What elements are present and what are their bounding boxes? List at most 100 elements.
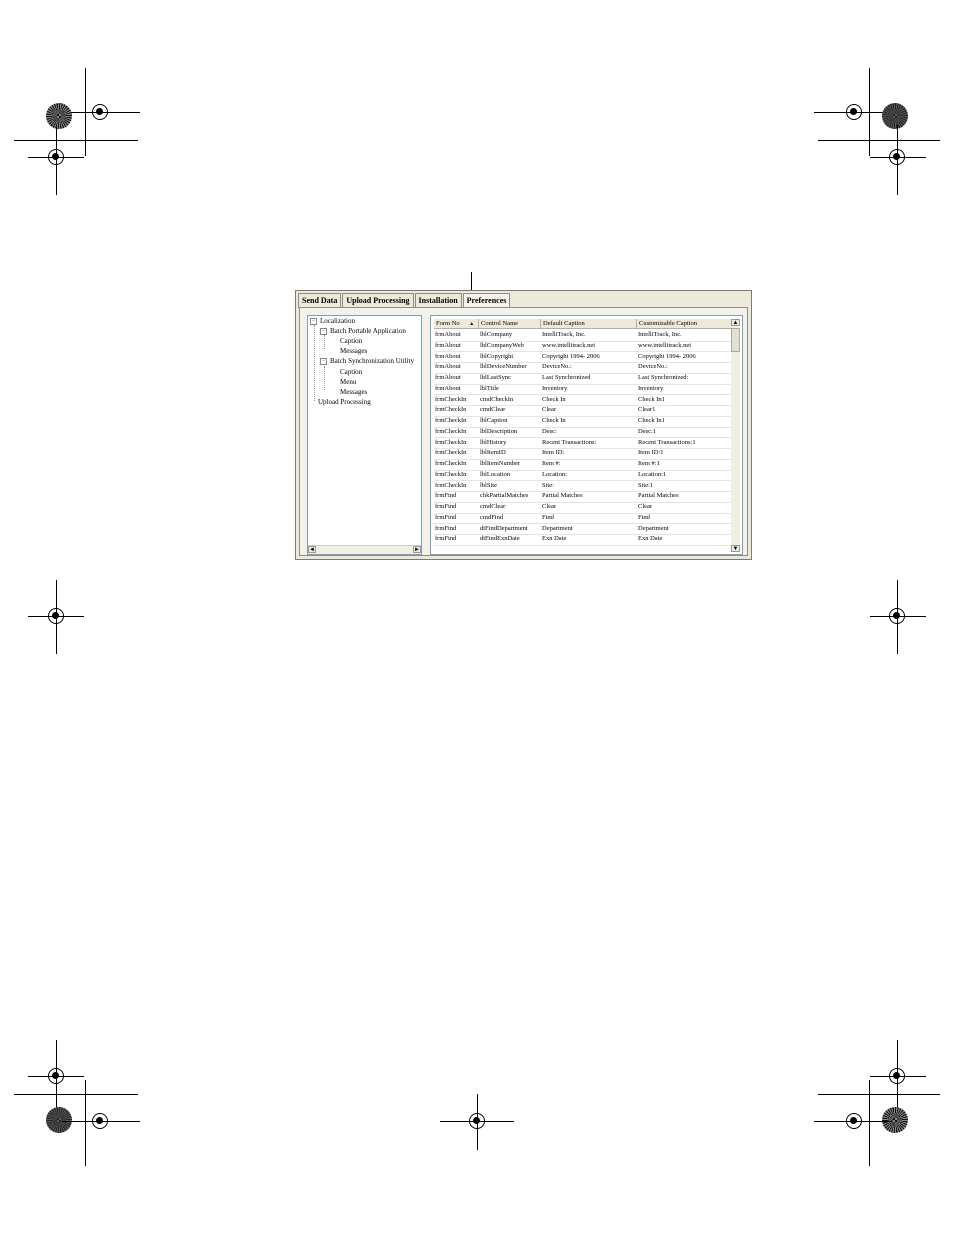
preferences-window: Send Data Upload Processing Installation… [295, 290, 752, 560]
cell-form-no: frmAbout [435, 341, 461, 349]
cell-control-name: lblDeviceNumber [480, 363, 527, 371]
cell-customizable-caption[interactable]: Check In1 [637, 416, 734, 427]
column-header-control-name[interactable]: Control Name [479, 319, 541, 329]
cell-form-no: frmCheckIn [435, 417, 467, 424]
scroll-right-icon[interactable]: ► [413, 546, 421, 553]
cell-customizable-caption[interactable]: Exn Date [637, 534, 734, 545]
captions-grid[interactable]: Form No ▲ Control Name Default Caption C… [430, 315, 743, 555]
cell-customizable-caption[interactable]: Check In1 [637, 395, 734, 406]
registration-target-icon [889, 1068, 905, 1084]
tab-installation[interactable]: Installation [414, 293, 462, 308]
tree-node-batch-synchronization-utility[interactable]: − Batch Synchronization Utility [320, 357, 414, 366]
cell-control-name: dtFindExnDate [480, 535, 520, 543]
tree-node-menu[interactable]: Menu [340, 378, 356, 387]
cell-form-no: frmAbout [435, 374, 461, 381]
column-header-customizable-caption[interactable]: Customizable Caption [637, 319, 734, 329]
collapse-icon[interactable]: − [320, 357, 327, 365]
tab-upload-processing[interactable]: Upload Processing [342, 293, 414, 308]
collapse-icon[interactable]: − [320, 327, 327, 335]
cell-default-caption: Check In [542, 395, 566, 403]
cell-default-caption: IntelliTrack, Inc. [542, 331, 586, 338]
cell-default-caption: Copyright 1994- 2006 [542, 352, 600, 360]
starburst-icon [882, 103, 908, 129]
tree-horizontal-scrollbar[interactable]: ◄ ► [308, 545, 421, 554]
collapse-icon[interactable]: − [310, 317, 317, 325]
cell-customizable-caption[interactable]: Partial Matches [637, 491, 734, 502]
grid-vertical-scrollbar[interactable]: ▲ ▼ [731, 319, 740, 552]
cell-default-caption: Last Synchronized [542, 374, 591, 381]
cell-form-no: frmCheckIn [435, 395, 467, 403]
cell-default-caption: Clear [542, 406, 557, 414]
cell-form-no: frmAbout [435, 384, 461, 392]
cell-customizable-caption[interactable]: Clear1 [637, 405, 734, 416]
cell-customizable-caption[interactable]: Inventory [637, 384, 734, 395]
table-row[interactable]: frmFind dtFindExnDate Exn Date Exn Date [434, 534, 734, 546]
cell-customizable-caption[interactable]: Department [637, 524, 734, 535]
tree-connector [324, 366, 325, 390]
starburst-icon [882, 1107, 908, 1133]
cell-default-caption: Exn Date [542, 535, 567, 543]
cell-control-name: lblCompanyWeb [480, 341, 524, 349]
scroll-up-icon[interactable]: ▲ [731, 319, 740, 326]
cell-control-name: lblTitle [480, 384, 499, 392]
cell-customizable-caption[interactable]: DeviceNo.: [637, 362, 734, 373]
registration-target-icon [846, 1113, 862, 1129]
crop-line [14, 1094, 138, 1095]
column-header-form-no[interactable]: Form No ▲ [434, 319, 479, 329]
starburst-icon [46, 1107, 72, 1133]
cell-control-name: lblDescription [480, 427, 518, 435]
cell-customizable-caption[interactable]: Clear [637, 502, 734, 513]
cell-customizable-caption[interactable]: Site:1 [637, 481, 734, 492]
cell-form-no: frmCheckIn [435, 460, 467, 467]
cell-control-name: cmdClear [480, 503, 506, 510]
crop-line [818, 140, 940, 141]
tree-node-messages[interactable]: Messages [340, 388, 367, 397]
tree-node-caption[interactable]: Caption [340, 368, 362, 377]
cell-customizable-caption[interactable]: Item #:1 [637, 459, 734, 470]
registration-target-icon [92, 1113, 108, 1129]
cell-default-caption: Item #: [542, 460, 561, 467]
tree-node-localization[interactable]: − Localization [310, 317, 355, 326]
localization-tree[interactable]: − Localization − Batch Portable Applicatio… [307, 315, 422, 555]
cell-form-no: frmFind [435, 492, 457, 500]
tree-node-messages[interactable]: Messages [340, 347, 367, 356]
cell-control-name: lblCopyright [480, 352, 514, 360]
cell-control-name: lblItemID [480, 449, 506, 457]
cell-control-name: cmdClear [480, 406, 506, 414]
cell-customizable-caption[interactable]: Recent Transactions:1 [637, 438, 734, 449]
cell-default-caption: Site: [542, 481, 554, 489]
cell-customizable-caption[interactable]: Last Synchronized: [637, 373, 734, 384]
cell-default-caption: Department [542, 524, 573, 532]
column-header-label: Form No [436, 320, 460, 327]
tab-strip: Send Data Upload Processing Installation… [298, 293, 511, 309]
cell-default-caption: Location: [542, 470, 567, 478]
cell-customizable-caption[interactable]: Copyright 1994- 2006 [637, 352, 734, 363]
cell-default-caption: Inventory [542, 384, 568, 392]
cell-customizable-caption[interactable]: IntelliTrack, Inc. [637, 330, 734, 341]
scroll-left-icon[interactable]: ◄ [308, 546, 316, 553]
cell-form-no: frmFind [435, 524, 457, 532]
column-header-default-caption[interactable]: Default Caption [541, 319, 637, 329]
crop-line [14, 140, 138, 141]
crop-line [28, 157, 84, 158]
cell-customizable-caption[interactable]: Find [637, 513, 734, 524]
cell-customizable-caption[interactable]: Desc:1 [637, 427, 734, 438]
tree-connector [324, 335, 325, 349]
cell-customizable-caption[interactable]: Item ID:1 [637, 448, 734, 459]
scroll-down-icon[interactable]: ▼ [731, 545, 740, 552]
cell-default-caption: Item ID: [542, 449, 565, 457]
cell-customizable-caption[interactable]: Location:1 [637, 470, 734, 481]
tab-send-data[interactable]: Send Data [298, 293, 342, 308]
registration-target-icon [92, 104, 108, 120]
tree-node-caption[interactable]: Caption [340, 337, 362, 346]
tree-node-batch-portable-application[interactable]: − Batch Portable Application [320, 327, 406, 336]
cell-customizable-caption[interactable]: www.intellitrack.net [637, 341, 734, 352]
cell-default-caption: Clear [542, 503, 557, 510]
sort-ascending-icon: ▲ [469, 322, 475, 327]
scroll-thumb[interactable] [731, 328, 740, 352]
cell-default-caption: www.intellitrack.net [542, 341, 596, 349]
tree-node-upload-processing[interactable]: Upload Processing [318, 398, 371, 407]
cell-default-caption: Find [542, 513, 554, 521]
cell-default-caption: Check In [542, 417, 566, 424]
tree-connector [314, 325, 315, 401]
